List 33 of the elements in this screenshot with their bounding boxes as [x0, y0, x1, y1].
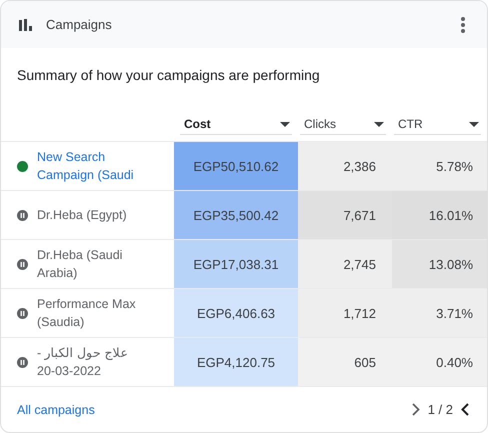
- campaign-link[interactable]: New Search Campaign (Saudi: [37, 148, 147, 184]
- column-header[interactable]: Clicks: [300, 117, 386, 135]
- dropdown-arrow-icon[interactable]: [280, 122, 290, 126]
- campaign-name: Dr.Heba (Saudi Arabia): [37, 247, 124, 282]
- dropdown-arrow-icon[interactable]: [374, 122, 384, 126]
- campaign-name: Dr.Heba (Egypt): [37, 207, 127, 224]
- page-indicator: 1 / 2: [428, 402, 453, 417]
- table-cell: EGP35,500.42: [174, 191, 298, 239]
- summary-text: Summary of how your campaigns are performing: [16, 66, 321, 85]
- table-cell: EGP17,038.31: [174, 240, 298, 288]
- dropdown-arrow-icon[interactable]: [469, 122, 479, 126]
- campaign-name: علاج حول الكبار - 2022-03-20: [37, 345, 130, 380]
- table-cell: 605: [298, 338, 392, 386]
- table-cell: 0.40%: [392, 338, 487, 386]
- table-cell: 1,712: [298, 289, 392, 337]
- chevron-right-icon[interactable]: [410, 403, 422, 416]
- table-cell: EGP50,510.62: [174, 142, 298, 190]
- table-cell: 13.08%: [392, 240, 487, 288]
- all-campaigns-link[interactable]: All campaigns: [17, 402, 95, 416]
- table-cell: 2,386: [298, 142, 392, 190]
- table-cell: 7,671: [298, 191, 392, 239]
- column-header[interactable]: Cost: [180, 117, 292, 135]
- chevron-left-icon[interactable]: [459, 403, 471, 416]
- table-cell: 3.71%: [392, 289, 487, 337]
- campaign-name: Performance Max (Saudia): [37, 296, 137, 331]
- card-title: Campaigns: [46, 17, 113, 32]
- table-cell: 16.01%: [392, 191, 487, 239]
- table-cell: 2,745: [298, 240, 392, 288]
- table-cell: EGP4,120.75: [174, 338, 298, 386]
- table-cell: EGP6,406.63: [174, 289, 298, 337]
- column-header[interactable]: CTR: [394, 117, 481, 135]
- table-cell: 5.78%: [392, 142, 487, 190]
- bar-chart-icon: [19, 18, 33, 30]
